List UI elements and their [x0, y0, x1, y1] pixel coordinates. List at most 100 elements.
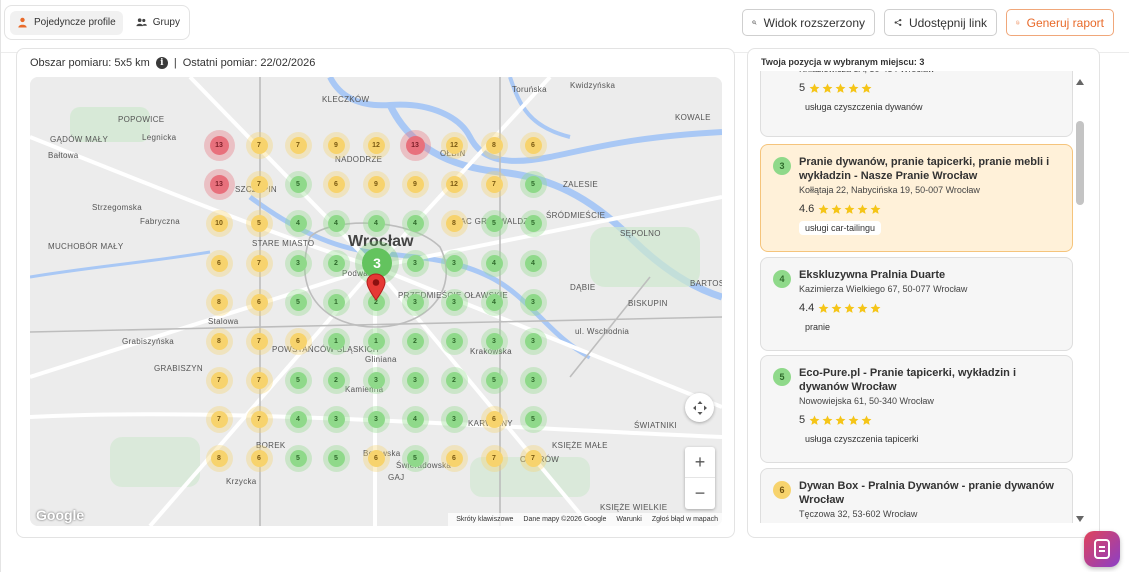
result-card[interactable]: Kniaziewicza 5A, 50-454 Wrocław 5 usługa c… — [760, 71, 1073, 137]
results-list[interactable]: Kniaziewicza 5A, 50-454 Wrocław 5 usługa c… — [760, 71, 1074, 523]
grid-rank-point[interactable]: 6 — [289, 332, 307, 350]
grid-rank-point[interactable]: 7 — [524, 449, 542, 467]
grid-rank-point[interactable]: 7 — [250, 136, 268, 154]
grid-rank-point[interactable]: 4 — [485, 254, 503, 272]
grid-rank-point[interactable]: 4 — [485, 293, 503, 311]
rank-heatmap[interactable]: POPOWICE KLECZKÓW Toruńska Kwidzyńska KO… — [30, 77, 722, 526]
grid-rank-point[interactable]: 3 — [289, 254, 307, 272]
grid-rank-point[interactable]: 4 — [327, 214, 345, 232]
grid-rank-point[interactable]: 7 — [250, 410, 268, 428]
grid-rank-point[interactable]: 1 — [367, 332, 385, 350]
location-pin-icon[interactable] — [366, 273, 386, 301]
grid-rank-point[interactable]: 3 — [367, 410, 385, 428]
grid-rank-point[interactable]: 6 — [367, 449, 385, 467]
grid-rank-point[interactable]: 7 — [250, 175, 268, 193]
report-error-link[interactable]: Zgłoś błąd w mapach — [652, 516, 718, 523]
grid-rank-point[interactable]: 4 — [406, 410, 424, 428]
grid-rank-point[interactable]: 6 — [210, 254, 228, 272]
keyboard-shortcuts-link[interactable]: Skróty klawiszowe — [456, 516, 513, 523]
grid-rank-point[interactable]: 4 — [289, 410, 307, 428]
grid-rank-point[interactable]: 3 — [445, 410, 463, 428]
grid-rank-point[interactable]: 7 — [289, 136, 307, 154]
grid-rank-point[interactable]: 5 — [485, 214, 503, 232]
grid-rank-point[interactable]: 5 — [524, 175, 542, 193]
grid-rank-point[interactable]: 9 — [367, 175, 385, 193]
grid-rank-point[interactable]: 7 — [250, 254, 268, 272]
grid-rank-point[interactable]: 5 — [406, 449, 424, 467]
grid-rank-point[interactable]: 8 — [210, 332, 228, 350]
grid-rank-point[interactable]: 3 — [485, 332, 503, 350]
grid-rank-point[interactable]: 9 — [406, 175, 424, 193]
grid-rank-point[interactable]: 8 — [445, 214, 463, 232]
grid-rank-point[interactable]: 5 — [327, 449, 345, 467]
grid-rank-point[interactable]: 12 — [367, 136, 385, 154]
grid-rank-point[interactable]: 7 — [485, 175, 503, 193]
zoom-out-button[interactable]: − — [685, 478, 715, 509]
grid-rank-point[interactable]: 12 — [445, 136, 463, 154]
result-card[interactable]: 5 Eco-Pure.pl - Pranie tapicerki, wykładz… — [760, 355, 1073, 463]
grid-rank-point[interactable]: 9 — [327, 136, 345, 154]
grid-rank-point[interactable]: 4 — [367, 214, 385, 232]
fullscreen-control[interactable] — [685, 393, 714, 422]
grid-rank-point[interactable]: 6 — [327, 175, 345, 193]
grid-rank-point[interactable]: 2 — [327, 371, 345, 389]
grid-rank-point[interactable]: 13 — [405, 135, 425, 155]
grid-rank-point[interactable]: 7 — [210, 371, 228, 389]
grid-rank-point[interactable]: 5 — [289, 293, 307, 311]
grid-rank-point[interactable]: 3 — [445, 332, 463, 350]
grid-rank-point[interactable]: 7 — [250, 332, 268, 350]
scroll-thumb[interactable] — [1076, 121, 1084, 205]
grid-rank-point[interactable]: 7 — [485, 449, 503, 467]
chat-widget-button[interactable] — [1084, 531, 1120, 567]
grid-rank-point[interactable]: 3 — [524, 371, 542, 389]
terms-link[interactable]: Warunki — [616, 516, 641, 523]
grid-rank-point[interactable]: 3 — [327, 410, 345, 428]
grid-rank-point[interactable]: 5 — [485, 371, 503, 389]
grid-rank-point[interactable]: 5 — [524, 214, 542, 232]
grid-rank-point[interactable]: 5 — [289, 175, 307, 193]
grid-rank-point[interactable]: 13 — [209, 174, 229, 194]
grid-rank-point[interactable]: 2 — [406, 332, 424, 350]
grid-rank-point[interactable]: 8 — [485, 136, 503, 154]
tab-groups[interactable]: Grupy — [129, 11, 187, 35]
grid-rank-point[interactable]: 7 — [210, 410, 228, 428]
grid-rank-point[interactable]: 1 — [327, 293, 345, 311]
result-card[interactable]: 4 Ekskluzywna Pralnia Duarte Kazimierza Wi… — [760, 257, 1073, 351]
result-card[interactable]: 6 Dywan Box - Pralnia Dywanów - pranie dy… — [760, 468, 1073, 523]
grid-rank-point[interactable]: 13 — [209, 135, 229, 155]
grid-rank-point[interactable]: 3 — [367, 371, 385, 389]
grid-rank-point[interactable]: 5 — [289, 371, 307, 389]
grid-rank-point[interactable]: 5 — [524, 410, 542, 428]
grid-rank-point[interactable]: 6 — [250, 449, 268, 467]
grid-rank-point[interactable]: 6 — [485, 410, 503, 428]
grid-rank-point[interactable]: 6 — [524, 136, 542, 154]
grid-rank-point[interactable]: 3 — [524, 332, 542, 350]
grid-rank-point[interactable]: 6 — [445, 449, 463, 467]
expanded-view-button[interactable]: Widok rozszerzony — [742, 9, 875, 36]
grid-rank-point[interactable]: 5 — [289, 449, 307, 467]
zoom-in-button[interactable]: + — [685, 447, 715, 478]
tab-single-profiles[interactable]: Pojedyncze profile — [10, 10, 123, 35]
grid-rank-point[interactable]: 4 — [524, 254, 542, 272]
grid-rank-point[interactable]: 3 — [524, 293, 542, 311]
grid-rank-point[interactable]: 7 — [250, 371, 268, 389]
grid-rank-point[interactable]: 3 — [406, 293, 424, 311]
generate-report-button[interactable]: Generuj raport — [1006, 9, 1114, 36]
grid-rank-point[interactable]: 1 — [327, 332, 345, 350]
result-card[interactable]: 3 Pranie dywanów, pranie tapicerki, prani… — [760, 144, 1073, 252]
grid-rank-point[interactable]: 6 — [250, 293, 268, 311]
grid-rank-point[interactable]: 3 — [406, 254, 424, 272]
grid-rank-point[interactable]: 4 — [406, 214, 424, 232]
grid-rank-point[interactable]: 12 — [445, 175, 463, 193]
results-scrollbar[interactable] — [1075, 77, 1085, 522]
scroll-down-arrow[interactable] — [1076, 516, 1084, 522]
share-link-button[interactable]: Udostępnij link — [884, 9, 997, 36]
grid-rank-point[interactable]: 2 — [327, 254, 345, 272]
grid-rank-point[interactable]: 3 — [445, 293, 463, 311]
grid-rank-point[interactable]: 5 — [250, 214, 268, 232]
info-icon[interactable]: i — [155, 57, 168, 69]
grid-rank-point[interactable]: 8 — [210, 449, 228, 467]
grid-rank-point[interactable]: 2 — [445, 371, 463, 389]
grid-rank-point[interactable]: 8 — [210, 293, 228, 311]
grid-rank-point[interactable]: 4 — [289, 214, 307, 232]
